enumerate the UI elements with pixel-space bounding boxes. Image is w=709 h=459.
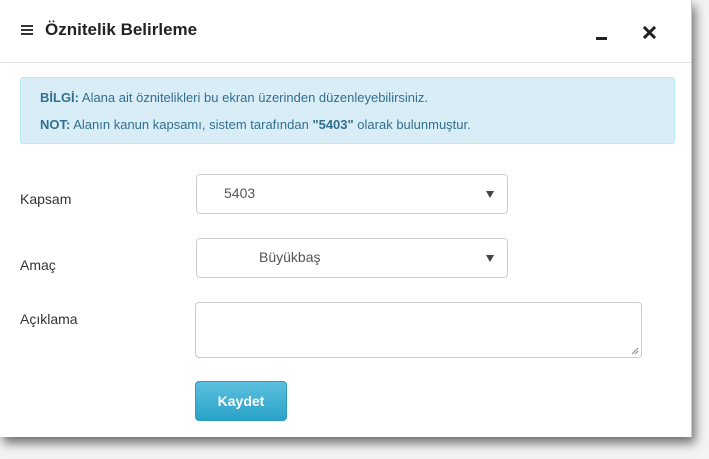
stage: Öznitelik Belirleme BİLGİ: Alana ait özn… [0,0,709,459]
caret-down-icon [486,255,494,262]
dialog-titlebar: Öznitelik Belirleme [0,0,691,63]
purpose-label: Amaç [20,257,56,273]
resize-handle-icon[interactable] [631,347,639,355]
description-label: Açıklama [20,311,78,327]
note-text: Alanın kanun kapsamı, sistem tarafından [70,117,313,132]
caret-down-icon [486,191,494,198]
info-line-not: NOT: Alanın kanun kapsamı, sistem tarafı… [40,117,471,132]
close-button[interactable] [640,22,660,42]
scope-label: Kapsam [20,191,72,207]
minimize-icon [596,37,607,40]
purpose-select-value: Büyükbaş [259,249,321,265]
save-button[interactable]: Kaydet [195,381,287,421]
list-icon [21,25,33,37]
dialog-title: Öznitelik Belirleme [45,20,198,39]
info-alert: BİLGİ: Alana ait öznitelikleri bu ekran … [20,77,675,144]
minimize-button[interactable] [593,22,613,42]
description-textarea[interactable] [195,302,642,358]
note-code: "5403" [312,117,354,132]
info-text: Alana ait öznitelikleri bu ekran üzerind… [79,90,429,105]
info-line-bilgi: BİLGİ: Alana ait öznitelikleri bu ekran … [40,90,428,105]
purpose-select[interactable]: Büyükbaş [196,238,508,278]
scope-select-value: 5403 [224,185,256,201]
scope-select[interactable]: 5403 [196,174,508,214]
note-prefix: NOT: [40,117,71,132]
attribute-dialog: Öznitelik Belirleme BİLGİ: Alana ait özn… [0,0,692,437]
close-icon [642,25,657,40]
info-prefix: BİLGİ: [40,90,79,105]
note-suffix: olarak bulunmuştur. [353,117,471,132]
